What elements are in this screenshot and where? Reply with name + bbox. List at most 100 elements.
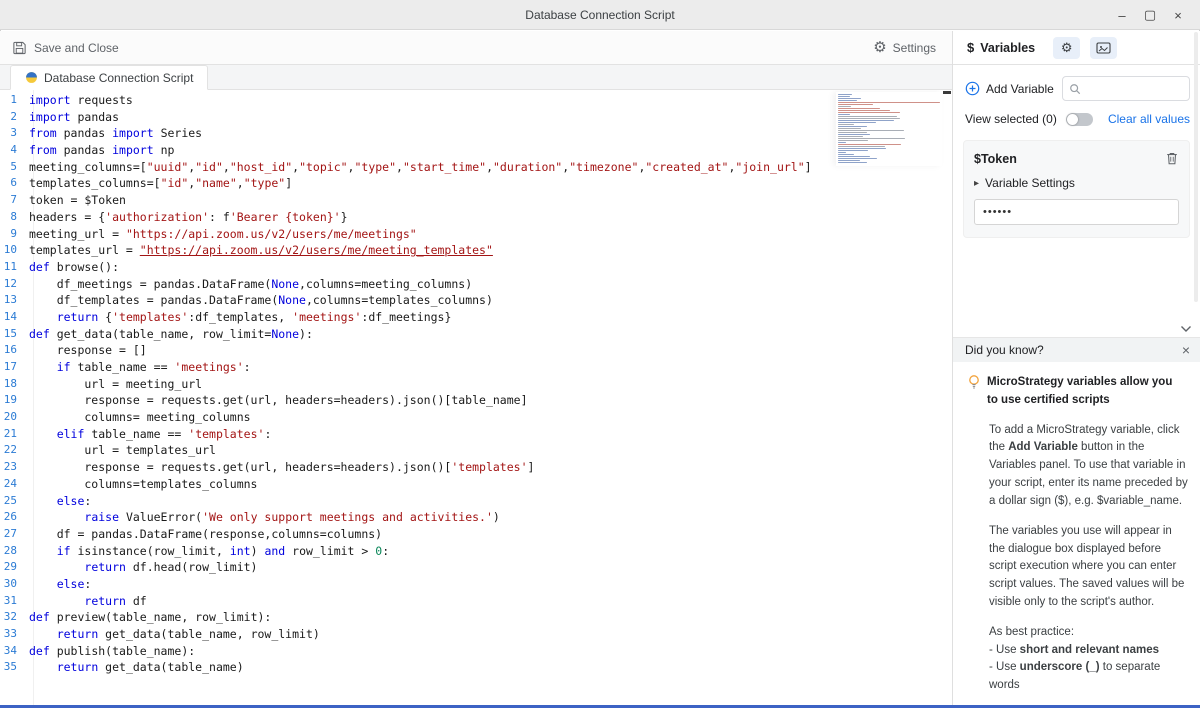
code-line[interactable]: 26 raise ValueError('We only support mee…	[0, 509, 952, 526]
code-line[interactable]: 22 url = templates_url	[0, 442, 952, 459]
view-selected-toggle[interactable]	[1066, 113, 1093, 126]
code-line[interactable]: 24 columns=templates_columns	[0, 476, 952, 493]
minimize-button[interactable]: –	[1110, 3, 1134, 27]
code-line[interactable]: 4from pandas import np	[0, 142, 952, 159]
code-line[interactable]: 19 response = requests.get(url, headers=…	[0, 392, 952, 409]
minimap-line	[838, 160, 860, 161]
maximize-button[interactable]: ▢	[1138, 3, 1162, 27]
minimap-line	[838, 102, 940, 103]
code-line[interactable]: 14 return {'templates':df_templates, 'me…	[0, 309, 952, 326]
variable-value-field[interactable]	[974, 199, 1179, 225]
code-line[interactable]: 13 df_templates = pandas.DataFrame(None,…	[0, 292, 952, 309]
variable-settings-label: Variable Settings	[985, 176, 1075, 190]
code-line[interactable]: 11def browse():	[0, 259, 952, 276]
panel-view-button[interactable]	[1090, 37, 1117, 59]
code-line[interactable]: 25 else:	[0, 493, 952, 510]
code-line[interactable]: 27 df = pandas.DataFrame(response,column…	[0, 526, 952, 543]
code-line[interactable]: 6templates_columns=["id","name","type"]	[0, 175, 952, 192]
save-and-close-button[interactable]: Save and Close	[12, 40, 119, 55]
minimap-line	[838, 128, 861, 129]
minimap[interactable]	[836, 92, 942, 166]
line-number: 13	[0, 292, 26, 309]
line-number: 29	[0, 559, 26, 576]
chevron-right-icon: ▸	[974, 178, 979, 189]
tab-bar: Database Connection Script	[0, 65, 952, 90]
line-number: 26	[0, 509, 26, 526]
code-line[interactable]: 23 response = requests.get(url, headers=…	[0, 459, 952, 476]
code-line[interactable]: 2import pandas	[0, 109, 952, 126]
code-line[interactable]: 28 if isinstance(row_limit, int) and row…	[0, 543, 952, 560]
minimap-line	[838, 124, 854, 125]
code-line[interactable]: 8headers = {'authorization': f'Bearer {t…	[0, 209, 952, 226]
code-line[interactable]: 35 return get_data(table_name)	[0, 659, 952, 676]
variables-panel: $ Variables ⚙	[952, 31, 1200, 705]
line-number: 18	[0, 376, 26, 393]
line-number: 15	[0, 326, 26, 343]
search-input[interactable]	[1086, 83, 1176, 95]
script-settings-button[interactable]: ⚙	[1053, 37, 1080, 59]
minimap-line	[838, 162, 867, 163]
line-number: 25	[0, 493, 26, 510]
minimap-line	[838, 142, 846, 143]
trash-icon	[1165, 151, 1179, 166]
best-practice-block: As best practice: - Use short and releva…	[989, 624, 1193, 695]
code-line[interactable]: 5meeting_columns=["uuid","id","host_id",…	[0, 159, 952, 176]
code-line[interactable]: 17 if table_name == 'meetings':	[0, 359, 952, 376]
code-line[interactable]: 15def get_data(table_name, row_limit=Non…	[0, 326, 952, 343]
line-number: 34	[0, 643, 26, 660]
code-line[interactable]: 32def preview(table_name, row_limit):	[0, 609, 952, 626]
code-line[interactable]: 30 else:	[0, 576, 952, 593]
settings-button[interactable]: ⚙ Settings	[873, 40, 936, 55]
minimap-line	[838, 104, 873, 105]
variables-panel-header: $ Variables ⚙	[953, 31, 1200, 65]
variable-search[interactable]	[1062, 76, 1190, 101]
minimap-line	[838, 158, 877, 159]
did-you-know-close-button[interactable]: ×	[1182, 343, 1190, 357]
scroll-down-button[interactable]	[1180, 325, 1192, 333]
code-line[interactable]: 9meeting_url = "https://api.zoom.us/v2/u…	[0, 226, 952, 243]
variables-panel-title: Variables	[980, 41, 1035, 55]
minimap-line	[838, 100, 857, 101]
code-line[interactable]: 16 response = []	[0, 342, 952, 359]
code-line[interactable]: 34def publish(table_name):	[0, 643, 952, 660]
script-icon	[25, 71, 38, 84]
minimap-line	[838, 94, 852, 95]
minimap-line	[838, 110, 890, 111]
line-number: 21	[0, 426, 26, 443]
dyk-paragraph-1: To add a MicroStrategy variable, click t…	[989, 422, 1189, 511]
clear-all-values-link[interactable]: Clear all values	[1108, 112, 1190, 126]
view-selected-row: View selected (0) Clear all values	[953, 107, 1200, 136]
code-line[interactable]: 10templates_url = "https://api.zoom.us/v…	[0, 242, 952, 259]
line-number: 23	[0, 459, 26, 476]
gear-icon: ⚙	[1061, 41, 1073, 54]
tab-database-connection-script[interactable]: Database Connection Script	[10, 65, 208, 90]
code-line[interactable]: 20 columns= meeting_columns	[0, 409, 952, 426]
code-line[interactable]: 3from pandas import Series	[0, 125, 952, 142]
delete-variable-button[interactable]	[1165, 151, 1179, 166]
minimap-line	[838, 96, 850, 97]
code-line[interactable]: 7token = $Token	[0, 192, 952, 209]
toolbar: Save and Close ⚙ Settings	[0, 31, 952, 65]
headline-text: MicroStrategy variables allow you to use…	[987, 374, 1183, 410]
code-editor[interactable]: 1import requests2import pandas3from pand…	[0, 90, 952, 705]
code-line[interactable]: 33 return get_data(table_name, row_limit…	[0, 626, 952, 643]
panel-scrollbar[interactable]	[1194, 32, 1198, 302]
code-line[interactable]: 29 return df.head(row_limit)	[0, 559, 952, 576]
minimap-line	[838, 120, 894, 121]
best-practice-tip-1: - Use short and relevant names	[989, 642, 1193, 660]
line-number: 1	[0, 92, 26, 109]
did-you-know-panel: Did you know? × MicroStrategy variables …	[953, 337, 1200, 705]
editor-column: Save and Close ⚙ Settings Database Conne…	[0, 31, 952, 705]
code-line[interactable]: 1import requests	[0, 92, 952, 109]
variable-settings-expander[interactable]: ▸ Variable Settings	[974, 176, 1179, 190]
code-line[interactable]: 12 df_meetings = pandas.DataFrame(None,c…	[0, 276, 952, 293]
code-line[interactable]: 31 return df	[0, 593, 952, 610]
code-line[interactable]: 21 elif table_name == 'templates':	[0, 426, 952, 443]
editor-scrollbar[interactable]	[943, 91, 951, 94]
line-number: 19	[0, 392, 26, 409]
close-button[interactable]: ×	[1166, 3, 1190, 27]
add-variable-button[interactable]: Add Variable	[965, 81, 1054, 96]
titlebar: Database Connection Script – ▢ ×	[0, 0, 1200, 30]
minimap-line	[838, 126, 867, 127]
code-line[interactable]: 18 url = meeting_url	[0, 376, 952, 393]
